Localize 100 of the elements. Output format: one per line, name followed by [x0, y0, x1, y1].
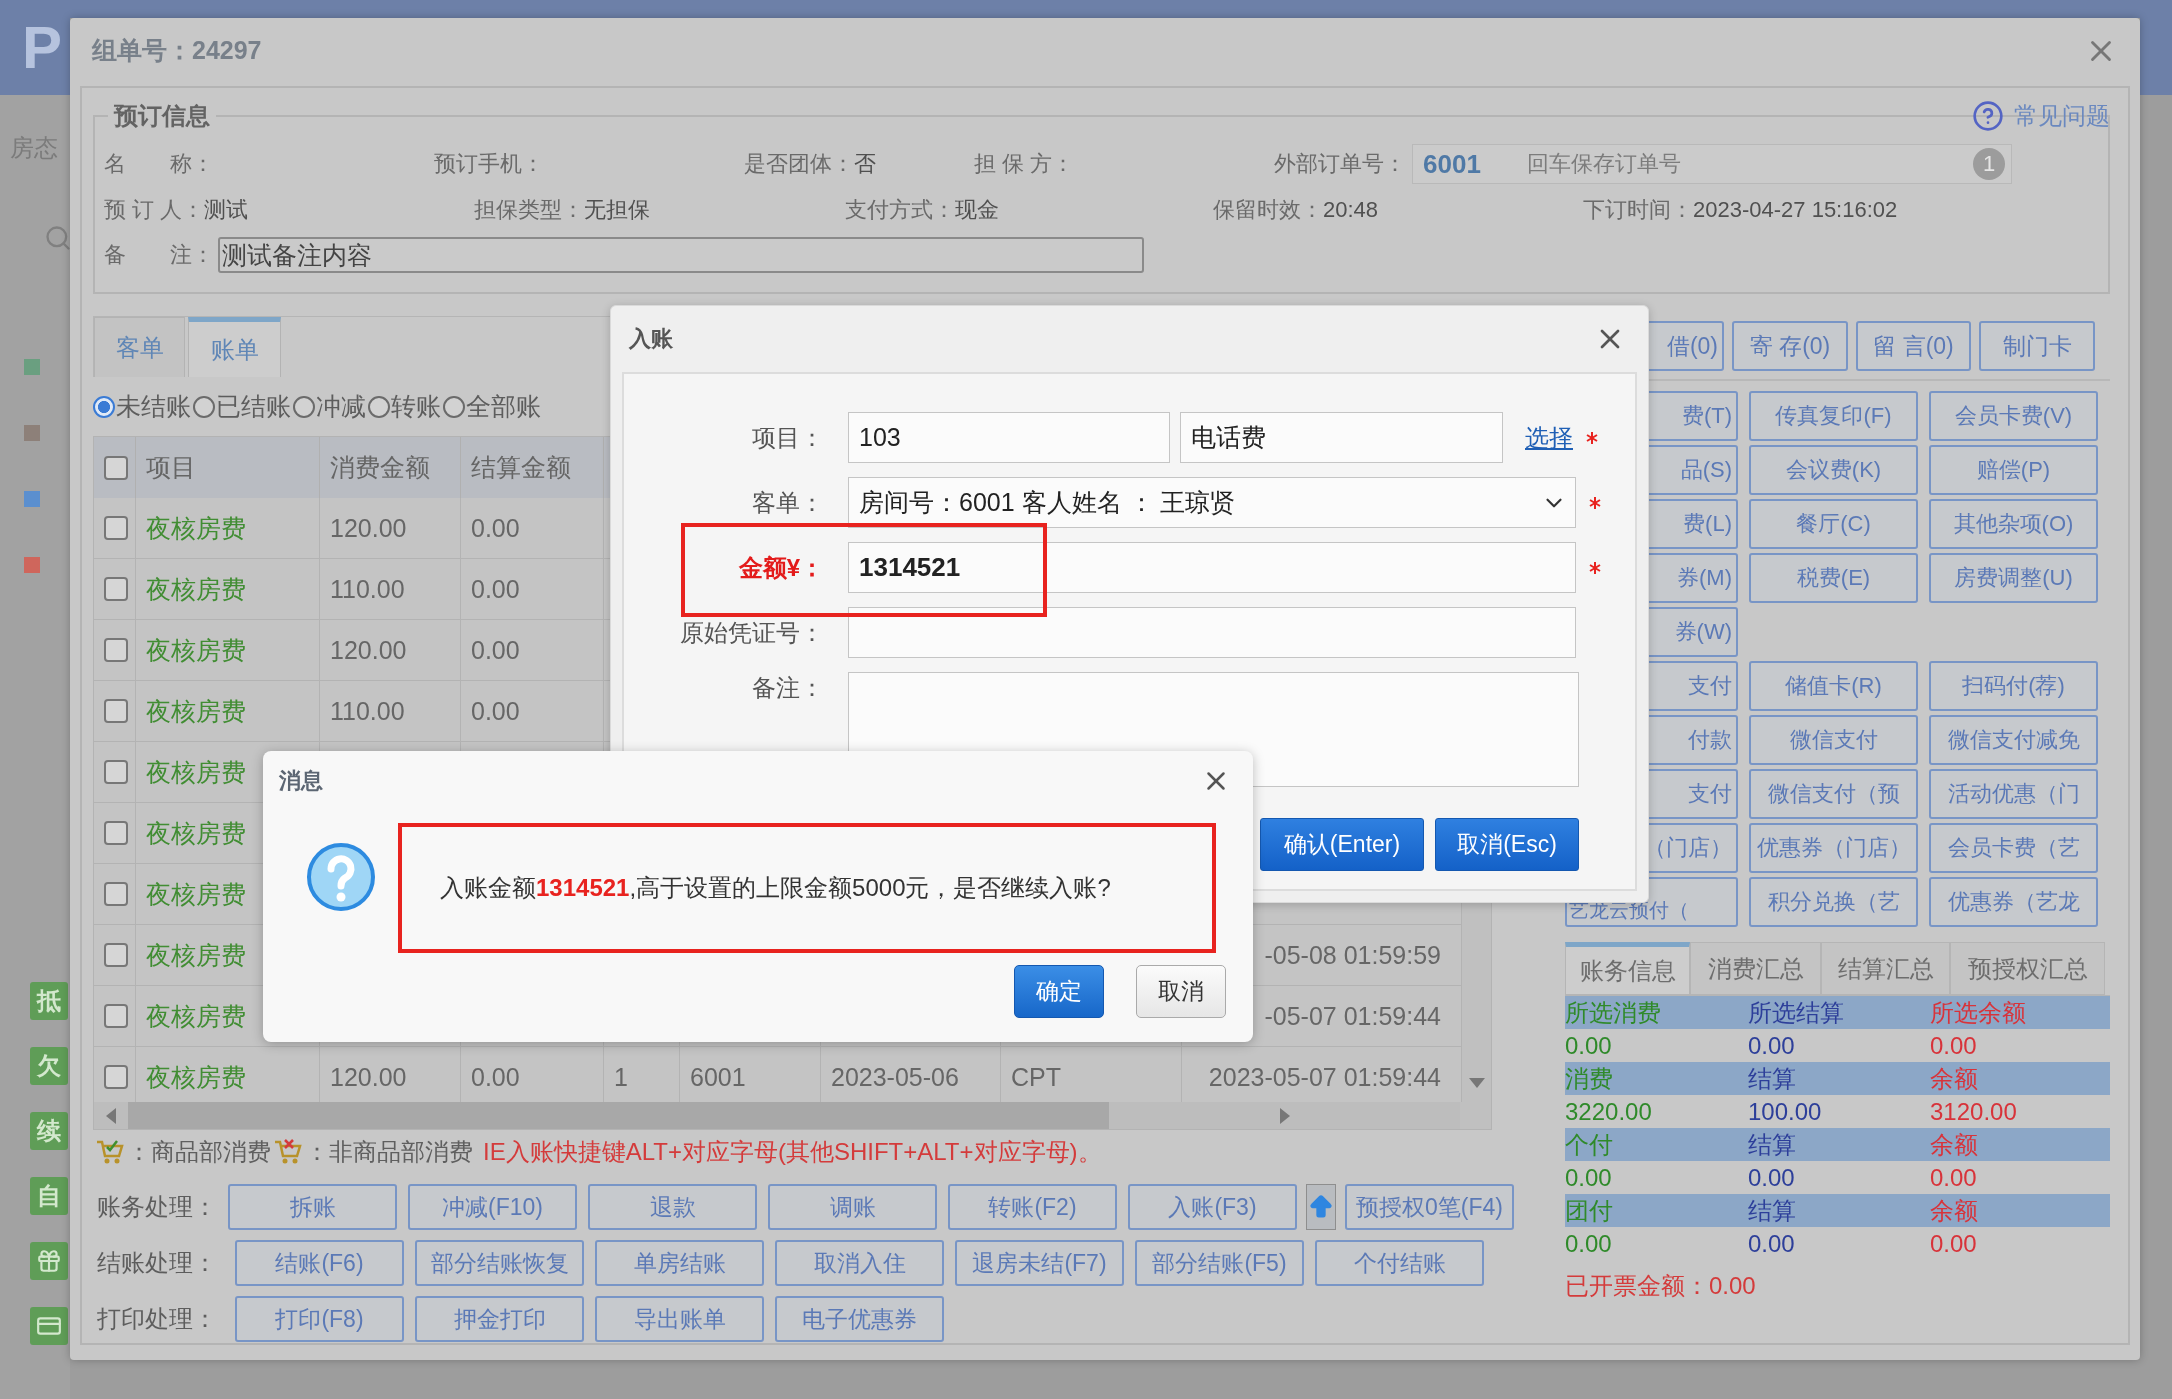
card-icon[interactable] [30, 1307, 68, 1345]
tab[interactable]: 结算汇总 [1821, 942, 1950, 995]
table-cell: 120.00 [330, 635, 407, 665]
radio-label[interactable]: 已结账 [216, 390, 291, 423]
table-cell-text: 夜核房费 [146, 695, 246, 727]
order-number-field[interactable]: 6001 回车保存订单号 1 [1412, 144, 2012, 184]
tab[interactable]: 预授权汇总 [1950, 942, 2105, 995]
cancel-button[interactable]: 取消(Esc) [1435, 818, 1579, 871]
action-button[interactable]: 调账 [768, 1184, 937, 1230]
field-label: 外部订单号： [1274, 150, 1406, 178]
charge-button[interactable]: 传真复印(F) [1749, 391, 1918, 441]
action-button[interactable]: 制门卡 [1979, 321, 2095, 371]
summary-value: 0.00 [1565, 1229, 1613, 1258]
checkbox[interactable] [104, 943, 128, 967]
action-button[interactable]: 转账(F2) [948, 1184, 1117, 1230]
checkbox[interactable] [104, 638, 128, 662]
status-tag: 自 [30, 1177, 68, 1215]
charge-button[interactable]: 房费调整(U) [1929, 553, 2098, 603]
upload-button[interactable] [1306, 1184, 1336, 1230]
checkbox[interactable] [104, 577, 128, 601]
radio-label[interactable]: 冲减 [316, 390, 366, 423]
radio-label[interactable]: 未结账 [116, 390, 191, 423]
charge-button[interactable]: 优惠券（艺龙 [1929, 877, 2098, 927]
summary-heading: 所选消费 [1565, 997, 1662, 1028]
action-button[interactable]: 退房未结(F7) [955, 1240, 1124, 1286]
checkbox[interactable] [104, 516, 128, 540]
guest-select[interactable]: 房间号：6001 客人姓名 ： 王琼贤 [848, 477, 1576, 528]
checkbox[interactable] [104, 455, 128, 480]
radio-label[interactable]: 全部账 [466, 390, 541, 423]
cancel-button[interactable]: 取消 [1136, 965, 1226, 1018]
charge-button[interactable]: 会议费(K) [1749, 445, 1918, 495]
field-value: 无担保 [584, 196, 650, 224]
table-cell: 0.00 [471, 696, 520, 726]
tab[interactable]: 消费汇总 [1690, 942, 1821, 995]
checkbox[interactable] [104, 760, 128, 784]
action-button[interactable]: 单房结账 [595, 1240, 764, 1286]
charge-button[interactable]: 储值卡(R) [1749, 661, 1918, 711]
charge-button[interactable]: 餐厅(C) [1749, 499, 1918, 549]
action-button[interactable]: 部分结账恢复 [415, 1240, 584, 1286]
action-button[interactable]: 部分结账(F5) [1135, 1240, 1304, 1286]
scroll-down-icon[interactable] [1468, 1078, 1485, 1088]
charge-button[interactable]: 优惠券（门店） [1749, 823, 1918, 873]
radio-button[interactable] [368, 395, 390, 418]
action-button[interactable]: 押金打印 [415, 1296, 584, 1342]
charge-button[interactable]: 税费(E) [1749, 553, 1918, 603]
tab[interactable]: 账单 [188, 317, 281, 377]
action-button[interactable]: 入账(F3) [1128, 1184, 1297, 1230]
action-button[interactable]: 拆账 [228, 1184, 397, 1230]
gift-icon[interactable] [30, 1242, 68, 1280]
action-button[interactable]: 结账(F6) [235, 1240, 404, 1286]
radio-button[interactable] [193, 395, 215, 418]
radio-label[interactable]: 转账 [391, 390, 441, 423]
summary-heading: 个付 [1565, 1129, 1614, 1160]
confirm-button[interactable]: 确认(Enter) [1260, 818, 1424, 871]
checkbox[interactable] [104, 882, 128, 906]
checkbox[interactable] [104, 821, 128, 845]
amount-field[interactable]: 1314521 [848, 542, 1576, 593]
table-cell-text: 夜核房费 [146, 1000, 246, 1032]
action-button[interactable]: 导出账单 [595, 1296, 764, 1342]
search-icon[interactable] [44, 224, 72, 252]
charge-button[interactable]: 微信支付 [1749, 715, 1918, 765]
voucher-field[interactable] [848, 607, 1576, 658]
scroll-thumb[interactable] [128, 1102, 1109, 1129]
tab[interactable]: 客单 [94, 317, 185, 377]
summary-value: 3120.00 [1930, 1097, 2018, 1126]
action-button[interactable]: 取消入住 [775, 1240, 944, 1286]
charge-button[interactable]: 活动优惠（门 [1929, 769, 2098, 819]
charge-button[interactable]: 其他杂项(O) [1929, 499, 2098, 549]
checkbox[interactable] [104, 1065, 128, 1089]
action-button[interactable]: 个付结账 [1315, 1240, 1484, 1286]
action-button[interactable]: 预授权0笔(F4) [1345, 1184, 1514, 1230]
checkbox[interactable] [104, 1004, 128, 1028]
ok-button[interactable]: 确定 [1014, 965, 1104, 1018]
table-cell-text: 夜核房费 [146, 817, 246, 849]
checkbox[interactable] [104, 699, 128, 723]
item-code-field[interactable]: 103 [848, 412, 1170, 463]
message-text: 入账金额1314521,高于设置的上限金额5000元，是否继续入账? [440, 873, 1111, 903]
table-cell-text: 夜核房费 [146, 878, 246, 910]
radio-button[interactable] [293, 395, 315, 418]
tab[interactable]: 账务信息 [1565, 942, 1690, 995]
action-button[interactable]: 电子优惠券 [775, 1296, 944, 1342]
action-button[interactable]: 打印(F8) [235, 1296, 404, 1342]
charge-button[interactable]: 赔偿(P) [1929, 445, 2098, 495]
help-icon [1972, 100, 2004, 132]
charge-button[interactable]: 会员卡费(V) [1929, 391, 2098, 441]
radio-button[interactable] [443, 395, 465, 418]
radio-button[interactable] [93, 395, 115, 418]
action-button[interactable]: 寄 存(0) [1732, 321, 1848, 371]
charge-button[interactable]: 微信支付（预 [1749, 769, 1918, 819]
help-link[interactable]: 常见问题 [1972, 100, 2110, 132]
charge-button[interactable]: 扫码付(荐) [1929, 661, 2098, 711]
item-name-field[interactable]: 电话费 [1180, 412, 1503, 463]
charge-button[interactable]: 微信支付减免 [1929, 715, 2098, 765]
remark-field[interactable]: 测试备注内容 [218, 237, 1144, 273]
action-button[interactable]: 冲减(F10) [408, 1184, 577, 1230]
charge-button[interactable]: 会员卡费（艺 [1929, 823, 2098, 873]
section-title: 预订信息 [112, 102, 211, 130]
action-button[interactable]: 留 言(0) [1856, 321, 1971, 371]
charge-button[interactable]: 积分兑换（艺 [1749, 877, 1918, 927]
action-button[interactable]: 退款 [588, 1184, 757, 1230]
